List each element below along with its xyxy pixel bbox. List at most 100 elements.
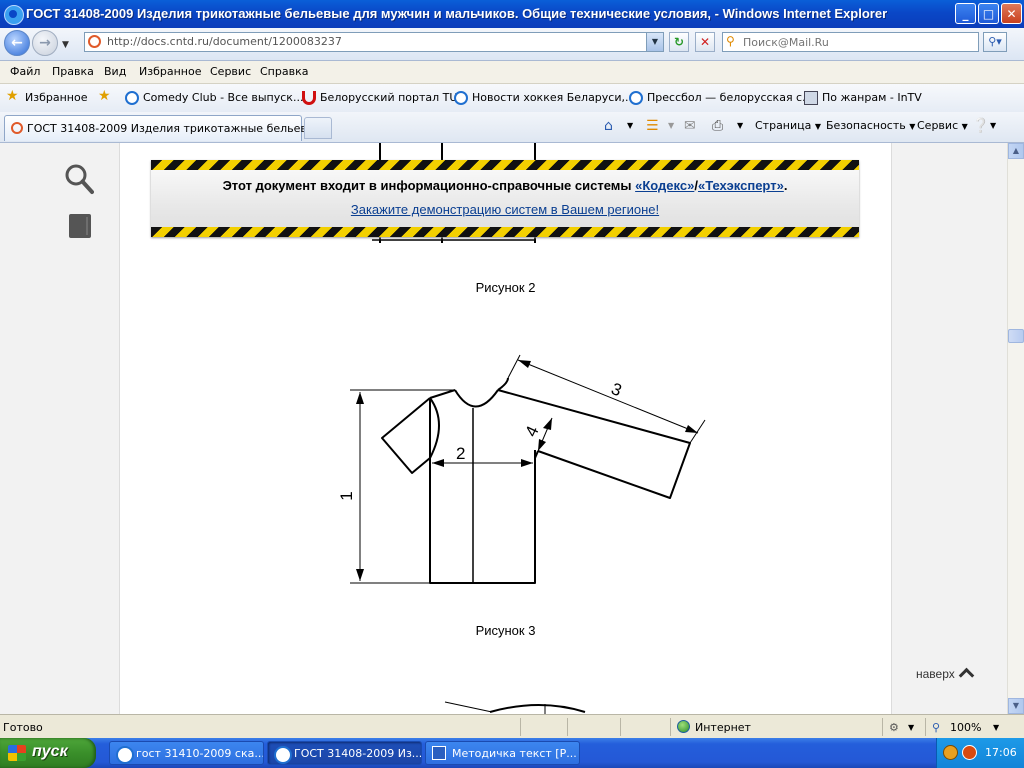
- zoom-icon: ⚲: [932, 721, 941, 734]
- scroll-up-button[interactable]: ▲: [1008, 143, 1024, 159]
- taskbar-item-label: Методичка текст [Р...: [452, 747, 577, 760]
- help-icon[interactable]: ❔: [972, 118, 989, 134]
- document-page: Этот документ входит в информационно-спр…: [119, 143, 892, 714]
- url-text: http://docs.cntd.ru/document/1200083237: [107, 35, 342, 48]
- url-dropdown-icon[interactable]: ▼: [646, 33, 663, 51]
- search-icon[interactable]: [64, 163, 94, 195]
- vertical-scrollbar[interactable]: ▲ ▼: [1007, 143, 1024, 714]
- zoom-dropdown-icon[interactable]: ▼: [993, 723, 999, 732]
- minimize-button[interactable]: _: [955, 3, 976, 24]
- menu-view[interactable]: Вид: [104, 65, 126, 78]
- warning-stripe: [151, 227, 859, 237]
- clock: 17:06: [985, 746, 1017, 759]
- status-divider: [520, 718, 521, 736]
- figure-3-caption: Рисунок 3: [475, 623, 536, 638]
- url-field[interactable]: http://docs.cntd.ru/document/1200083237 …: [84, 32, 664, 52]
- tut-logo-icon: [302, 91, 316, 105]
- tray-app-icon[interactable]: [962, 745, 977, 760]
- dimension-label-2: 2: [456, 444, 465, 463]
- banner-demo-line: Закажите демонстрацию систем в Вашем рег…: [151, 202, 859, 217]
- windows-logo-icon: [8, 745, 26, 761]
- refresh-icon: ↻: [673, 35, 685, 49]
- print-dropdown-icon[interactable]: ▼: [737, 121, 743, 130]
- mail-icon[interactable]: ✉: [684, 118, 696, 134]
- taskbar-item-word[interactable]: Методичка текст [Р...: [425, 741, 580, 765]
- word-document-icon: [432, 746, 446, 760]
- techexpert-link[interactable]: «Техэксперт»: [698, 178, 784, 193]
- title-bar: ГОСТ 31408-2009 Изделия трикотажные бель…: [0, 0, 1024, 28]
- menu-help[interactable]: Справка: [260, 65, 308, 78]
- refresh-button[interactable]: ↻: [669, 32, 689, 52]
- search-input[interactable]: [743, 34, 973, 50]
- taskbar: пуск гост 31410-2009 ска... ГОСТ 31408-2…: [0, 738, 1024, 768]
- favorites-button[interactable]: Избранное: [25, 91, 87, 104]
- fav-link-hockey[interactable]: Новости хоккея Беларуси,...: [472, 91, 636, 104]
- site-favicon-icon: [88, 35, 101, 48]
- taskbar-item-ie-window-2[interactable]: ГОСТ 31408-2009 Из...: [267, 741, 422, 765]
- maximize-button[interactable]: □: [978, 3, 999, 24]
- kodeks-link[interactable]: «Кодекс»: [635, 178, 694, 193]
- home-dropdown-icon[interactable]: ▼: [627, 121, 633, 130]
- fav-link-intv[interactable]: По жанрам - InTV: [822, 91, 922, 104]
- taskbar-item-ie-window-1[interactable]: гост 31410-2009 ска...: [109, 741, 264, 765]
- feed-dropdown-icon[interactable]: ▼: [668, 121, 674, 130]
- window-title: ГОСТ 31408-2009 Изделия трикотажные бель…: [26, 6, 888, 21]
- forward-button[interactable]: →: [32, 30, 58, 56]
- close-button[interactable]: ✕: [1001, 3, 1022, 24]
- rss-feed-icon[interactable]: ☰: [646, 118, 659, 134]
- add-favorite-icon[interactable]: ★: [98, 88, 111, 104]
- fav-link-pressball[interactable]: Прессбол — белорусская с...: [647, 91, 813, 104]
- history-dropdown-icon[interactable]: ▼: [62, 40, 69, 50]
- home-icon[interactable]: ⌂: [604, 118, 613, 134]
- tab-current[interactable]: ГОСТ 31408-2009 Изделия трикотажные бель…: [4, 115, 326, 141]
- search-button[interactable]: ⚲▾: [983, 32, 1007, 52]
- dimension-label-3: 3: [609, 379, 625, 400]
- zoom-level[interactable]: 100%: [950, 721, 981, 734]
- protected-mode-icon[interactable]: ⚙: [889, 721, 899, 734]
- search-box[interactable]: ⚲: [722, 32, 979, 52]
- tray-back-icon[interactable]: [943, 745, 958, 760]
- stop-icon: ✕: [699, 35, 711, 49]
- menu-file[interactable]: Файл: [10, 65, 40, 78]
- taskbar-item-label: гост 31410-2009 ска...: [136, 747, 264, 760]
- tools-menu[interactable]: Сервис ▼: [917, 119, 968, 132]
- scroll-down-button[interactable]: ▼: [1008, 698, 1024, 714]
- safety-menu[interactable]: Безопасность ▼: [826, 119, 915, 132]
- help-dropdown-icon[interactable]: ▼: [990, 121, 996, 130]
- start-label: пуск: [32, 743, 68, 760]
- status-divider: [567, 718, 568, 736]
- ie-page-icon: [629, 91, 643, 105]
- page-menu-label: Страница: [755, 119, 812, 132]
- scroll-to-top-link[interactable]: наверх: [916, 667, 975, 684]
- warning-stripe: [151, 160, 859, 170]
- magnifier-icon: ⚲▾: [988, 35, 1002, 48]
- menu-favorites[interactable]: Избранное: [139, 65, 201, 78]
- dimension-label-4: 4: [521, 423, 542, 440]
- fav-link-comedy[interactable]: Comedy Club - Все выпуск...: [143, 91, 303, 104]
- back-button[interactable]: ←: [4, 30, 30, 56]
- status-divider: [925, 718, 926, 736]
- print-icon[interactable]: ⎙: [712, 118, 723, 134]
- tab-favicon-icon: [11, 122, 23, 134]
- menu-tools[interactable]: Сервис: [210, 65, 251, 78]
- favorites-bar: ★ Избранное ★ Comedy Club - Все выпуск..…: [0, 84, 1024, 113]
- stop-button[interactable]: ✕: [695, 32, 715, 52]
- menu-edit[interactable]: Правка: [52, 65, 94, 78]
- tv-icon: [804, 91, 818, 105]
- back-arrow-icon: ←: [11, 35, 23, 51]
- ie-page-icon: [125, 91, 139, 105]
- safety-menu-label: Безопасность: [826, 119, 906, 132]
- book-icon[interactable]: [68, 213, 92, 239]
- banner-text-prefix: Этот документ входит в информационно-спр…: [222, 178, 632, 193]
- scroll-thumb[interactable]: [1008, 329, 1024, 343]
- mailru-search-icon: ⚲: [726, 34, 735, 48]
- status-divider: [620, 718, 621, 736]
- fav-link-tut[interactable]: Белорусский портал TUT: [320, 91, 464, 104]
- page-menu[interactable]: Страница ▼: [755, 119, 821, 132]
- new-tab-button[interactable]: [304, 117, 332, 139]
- figure-4-drawing: [444, 701, 586, 714]
- start-button[interactable]: пуск: [0, 738, 96, 768]
- order-demo-link[interactable]: Закажите демонстрацию систем в Вашем рег…: [351, 202, 659, 217]
- figure-2-caption: Рисунок 2: [475, 280, 536, 295]
- chevron-down-icon[interactable]: ▼: [908, 723, 914, 732]
